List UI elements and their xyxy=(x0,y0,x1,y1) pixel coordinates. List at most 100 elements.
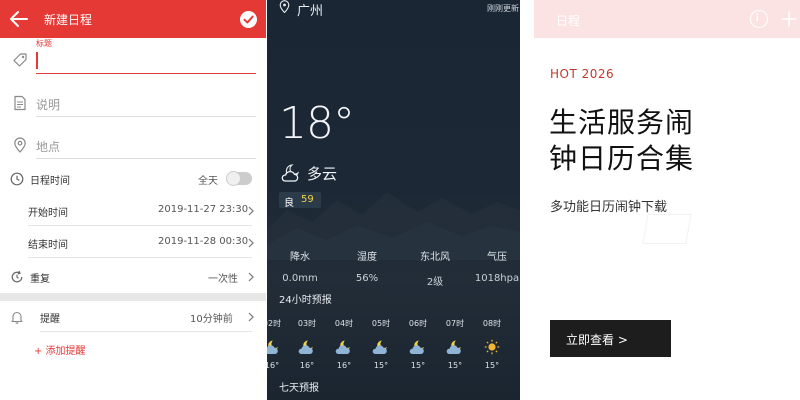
start-time-row[interactable]: 开始时间 2019-11-27 23:30 xyxy=(0,196,266,226)
reminder-label: 提醒 xyxy=(40,314,60,325)
faded-empty-illustration xyxy=(642,214,692,244)
current-temperature: 18° xyxy=(279,98,355,149)
hour-temp: 16° xyxy=(336,361,352,370)
hourly-item xyxy=(511,318,520,353)
back-arrow-icon[interactable] xyxy=(8,8,30,30)
add-icon[interactable] xyxy=(780,10,798,28)
end-time-value: 2019-11-28 00:30 xyxy=(158,236,249,247)
hourly-item: 05时 15° xyxy=(363,318,399,370)
info-icon[interactable] xyxy=(750,10,768,28)
partly-cloudy-night-icon xyxy=(409,340,424,354)
hour-time: 07时 xyxy=(445,319,465,328)
check-icon xyxy=(243,15,254,24)
stat-value: 1018hpa xyxy=(474,273,520,284)
promo-title-line2: 钟日历合集 xyxy=(549,142,695,175)
stat-precipitation: 降水 0.0mm xyxy=(270,248,330,284)
screenshot-collage: 新建日程 标题 说明 地点 日程时间 全天 开始时间 2019-11-27 23… xyxy=(0,0,800,400)
stat-label: 气压 xyxy=(487,252,507,263)
text-cursor xyxy=(36,52,38,69)
stat-humidity: 湿度 56% xyxy=(337,248,397,284)
mountain-background xyxy=(267,192,520,260)
hour-time: 02时 xyxy=(267,319,282,328)
partly-cloudy-night-icon xyxy=(267,340,278,354)
tag-icon xyxy=(13,53,27,67)
sun-icon xyxy=(484,339,500,355)
stat-value: 56% xyxy=(355,273,379,284)
partly-cloudy-night-icon xyxy=(372,340,387,354)
page-title: 新建日程 xyxy=(44,13,93,27)
air-quality-badge[interactable]: 良 59 xyxy=(279,192,321,209)
daily-forecast-title: 七天预报 xyxy=(279,383,319,394)
hour-time: 06时 xyxy=(408,319,428,328)
hourly-item: 02时 16° xyxy=(267,318,290,370)
add-reminder-button[interactable]: + 添加提醒 xyxy=(34,342,86,357)
promo-title-line1: 生活服务闹 xyxy=(549,106,695,139)
bell-icon xyxy=(11,311,23,324)
partly-cloudy-night-icon xyxy=(298,340,313,354)
repeat-icon xyxy=(11,270,23,283)
calendar-app-bar: 日程 xyxy=(534,0,800,38)
location-pin-icon xyxy=(279,0,290,13)
partly-cloudy-night-icon xyxy=(446,340,461,354)
description-field[interactable]: 说明 xyxy=(12,87,256,117)
reminder-value: 10分钟前 xyxy=(190,314,233,325)
schedule-time-row: 日程时间 全天 xyxy=(0,164,266,194)
promo-panel: 日程 HOT 2026 生活服务闹 钟日历合集 多功能日历闹钟下载 立即查看 > xyxy=(521,0,800,400)
location-field[interactable]: 地点 xyxy=(12,129,256,159)
reminder-row[interactable]: 提醒 10分钟前 xyxy=(0,302,266,332)
stat-pressure: 气压 1018hpa xyxy=(467,248,520,284)
stat-value: 2级 xyxy=(426,277,444,288)
hour-temp: 15° xyxy=(373,361,389,370)
hour-time: 08时 xyxy=(482,319,502,328)
hourly-item: 06时 15° xyxy=(400,318,436,370)
hour-temp: 16° xyxy=(267,361,280,370)
aqi-label: 良 xyxy=(284,198,294,209)
stat-value: 0.0mm xyxy=(282,273,318,284)
hourly-item: 04时 16° xyxy=(326,318,362,370)
all-day-toggle[interactable] xyxy=(226,171,252,186)
start-time-label: 开始时间 xyxy=(28,208,68,219)
promo-subtitle: 多功能日历闹钟下载 xyxy=(550,200,668,215)
hour-time: 05时 xyxy=(371,319,391,328)
hourly-item: 07时 15° xyxy=(437,318,473,370)
hourly-item: 03时 16° xyxy=(289,318,325,370)
new-schedule-panel: 新建日程 标题 说明 地点 日程时间 全天 开始时间 2019-11-27 23… xyxy=(0,0,266,400)
view-now-button[interactable]: 立即查看 > xyxy=(550,320,671,357)
description-placeholder: 说明 xyxy=(36,98,61,112)
calendar-title: 日程 xyxy=(556,14,581,28)
title-field[interactable] xyxy=(12,44,256,74)
app-bar: 新建日程 xyxy=(0,0,266,38)
hot-badge: HOT 2026 xyxy=(550,67,615,81)
hour-time: 04时 xyxy=(334,319,354,328)
repeat-value: 一次性 xyxy=(208,274,238,285)
chevron-right-icon xyxy=(248,272,254,282)
chevron-right-icon xyxy=(248,206,254,216)
hourly-item: 08时 15° xyxy=(474,318,510,370)
hour-temp: 15° xyxy=(447,361,463,370)
stat-label: 东北风 xyxy=(420,252,450,263)
document-icon xyxy=(14,95,26,111)
update-status: 刚刚更新 xyxy=(487,4,519,13)
aqi-value: 59 xyxy=(301,194,314,205)
partly-cloudy-night-icon xyxy=(335,340,350,354)
cloud-icon xyxy=(519,337,520,353)
hour-temp: 15° xyxy=(484,361,500,370)
hour-temp: 15° xyxy=(410,361,426,370)
city-name[interactable]: 广州 xyxy=(297,0,323,19)
hour-temp: 16° xyxy=(299,361,315,370)
stat-label: 湿度 xyxy=(357,252,377,263)
chevron-right-icon xyxy=(248,312,254,322)
start-time-value: 2019-11-27 23:30 xyxy=(158,204,249,215)
end-time-row[interactable]: 结束时间 2019-11-28 00:30 xyxy=(0,228,266,258)
stat-label: 降水 xyxy=(290,252,310,263)
all-day-label: 全天 xyxy=(198,176,218,187)
end-time-label: 结束时间 xyxy=(28,240,68,251)
repeat-label: 重复 xyxy=(30,274,50,285)
schedule-time-label: 日程时间 xyxy=(30,176,70,187)
stat-wind: 东北风 2级 xyxy=(405,248,465,288)
hour-time: 03时 xyxy=(297,319,317,328)
confirm-button[interactable] xyxy=(240,11,257,28)
partly-cloudy-night-icon xyxy=(281,164,300,182)
repeat-row[interactable]: 重复 一次性 xyxy=(0,262,266,292)
location-pin-icon xyxy=(14,137,26,153)
